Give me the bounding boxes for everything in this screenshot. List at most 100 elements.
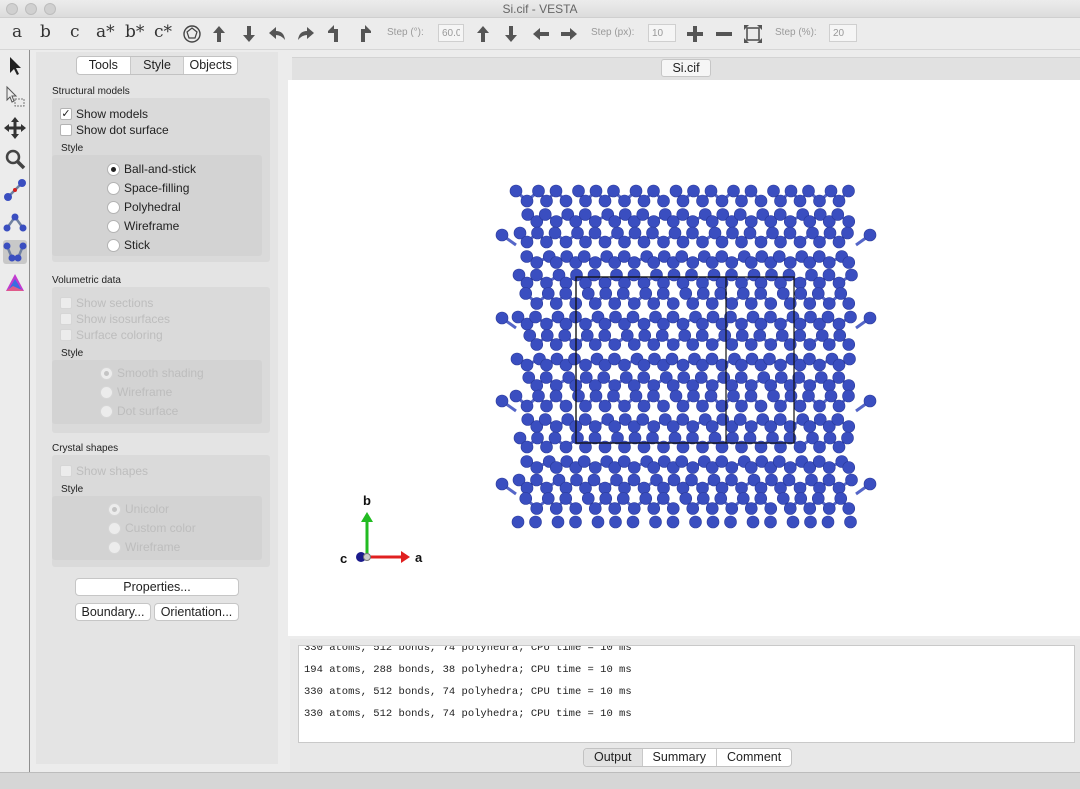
translate-down-icon[interactable]	[500, 23, 522, 45]
si-atom	[627, 461, 641, 474]
ball-and-stick-radio[interactable]: Ball-and-stick	[107, 162, 196, 176]
fit-to-screen-icon[interactable]	[742, 23, 764, 45]
si-atom	[530, 461, 544, 474]
tab-summary[interactable]: Summary	[643, 749, 718, 766]
si-atom	[539, 371, 553, 384]
si-atom	[824, 389, 838, 403]
show-isosurfaces-checkbox[interactable]: Show isosurfaces	[60, 312, 170, 326]
view-along-a-star-button[interactable]: a*	[96, 22, 115, 42]
zoom-out-icon[interactable]	[713, 23, 735, 45]
lattice-plane-icon[interactable]	[3, 271, 27, 295]
tab-comment[interactable]: Comment	[717, 749, 791, 766]
polyhedron-view-icon[interactable]	[181, 23, 203, 45]
show-isosurfaces-label: Show isosurfaces	[76, 312, 171, 326]
show-models-checkbox[interactable]: ✓ Show models	[60, 107, 148, 121]
si-atom	[767, 389, 780, 403]
si-atom	[572, 389, 585, 403]
angle-icon[interactable]	[3, 209, 27, 233]
rotate-cw-icon[interactable]	[353, 23, 375, 45]
si-atom	[776, 492, 790, 505]
rotation-step-label: Step (°):	[387, 27, 424, 38]
si-atom	[572, 184, 585, 198]
output-log[interactable]: 330 atoms, 512 bonds, 74 polyhedra; CPU …	[298, 645, 1075, 743]
zoom-in-icon[interactable]	[684, 23, 706, 45]
si-atom	[618, 399, 631, 413]
checkmark-icon: ✓	[60, 108, 72, 120]
wireframe-radio[interactable]: Wireframe	[107, 219, 179, 233]
si-atom	[813, 194, 826, 208]
si-atom	[509, 389, 523, 403]
custom-color-radio[interactable]: Custom color	[108, 521, 196, 535]
view-along-c-button[interactable]: c	[70, 22, 80, 42]
a-axis-label: a	[415, 550, 423, 565]
si-atom	[802, 184, 815, 198]
translate-right-icon[interactable]	[558, 23, 580, 45]
view-along-a-button[interactable]: a	[12, 22, 22, 42]
view-along-c-star-button[interactable]: c*	[154, 22, 172, 42]
crystal-structure-render[interactable]: a b c	[288, 80, 1080, 636]
polyhedral-radio[interactable]: Polyhedral	[107, 200, 181, 214]
distance-icon[interactable]	[3, 178, 27, 202]
si-atom	[744, 297, 758, 310]
properties-button[interactable]: Properties...	[75, 578, 239, 596]
boundary-button[interactable]: Boundary...	[75, 603, 151, 621]
translate-move-icon[interactable]	[3, 116, 27, 140]
surface-coloring-label: Surface coloring	[76, 328, 163, 342]
translation-step-input[interactable]	[648, 24, 676, 42]
unicolor-radio[interactable]: Unicolor	[108, 502, 169, 516]
tab-output[interactable]: Output	[584, 749, 643, 766]
si-atom	[540, 358, 553, 372]
magnify-icon[interactable]	[3, 147, 27, 171]
tab-style[interactable]: Style	[130, 57, 185, 74]
crystal-wireframe-radio[interactable]: Wireframe	[108, 540, 180, 554]
output-line: 194 atoms, 288 bonds, 38 polyhedra; CPU …	[304, 664, 632, 676]
si-atom	[559, 399, 573, 413]
rotate-up-icon[interactable]	[208, 23, 230, 45]
volumetric-wireframe-radio[interactable]: Wireframe	[100, 385, 172, 399]
rotate-down-icon[interactable]	[238, 23, 260, 45]
si-atom	[715, 481, 729, 495]
smooth-shading-radio[interactable]: Smooth shading	[100, 366, 204, 380]
radio-dot	[108, 540, 121, 554]
dihedral-icon[interactable]	[3, 240, 27, 264]
si-atom	[598, 235, 612, 249]
si-atom	[726, 431, 739, 445]
rotate-left-icon[interactable]	[266, 23, 288, 45]
si-atom	[588, 431, 602, 445]
si-atom	[725, 461, 739, 474]
translate-left-icon[interactable]	[530, 23, 552, 45]
tab-tools[interactable]: Tools	[77, 57, 131, 74]
rotate-right-icon[interactable]	[295, 23, 317, 45]
view-along-b-button[interactable]: b	[40, 22, 51, 42]
si-atom	[686, 215, 700, 228]
view-along-b-star-button[interactable]: b*	[125, 22, 144, 42]
si-atom	[774, 317, 787, 331]
status-bar	[0, 772, 1080, 789]
si-atom	[686, 502, 700, 515]
zoom-step-input[interactable]	[829, 24, 857, 42]
translate-up-icon[interactable]	[472, 23, 494, 45]
structure-view-canvas[interactable]: a b c	[288, 80, 1080, 636]
show-sections-checkbox[interactable]: Show sections	[60, 296, 153, 310]
si-atom	[665, 352, 679, 366]
crystal-style-label: Style	[61, 484, 84, 495]
rotation-step-input[interactable]	[438, 24, 464, 42]
si-atom	[578, 413, 592, 426]
surface-coloring-checkbox[interactable]: Surface coloring	[60, 328, 163, 342]
show-shapes-checkbox[interactable]: Show shapes	[60, 464, 148, 478]
si-atom	[767, 184, 780, 198]
select-arrow-icon[interactable]	[3, 54, 27, 78]
tab-objects[interactable]: Objects	[184, 57, 237, 74]
si-atom	[687, 184, 700, 198]
orientation-button[interactable]: Orientation...	[154, 603, 239, 621]
rotate-ccw-icon[interactable]	[324, 23, 346, 45]
dot-surface-radio[interactable]: Dot surface	[100, 404, 178, 418]
si-atom	[629, 184, 643, 198]
si-atom	[549, 420, 563, 433]
si-atom	[803, 379, 817, 392]
tab-si-cif[interactable]: Si.cif	[661, 59, 711, 77]
stick-radio[interactable]: Stick	[107, 238, 150, 252]
show-dot-surface-checkbox[interactable]: Show dot surface	[60, 123, 169, 137]
space-filling-radio[interactable]: Space-filling	[107, 181, 189, 195]
select-area-icon[interactable]	[3, 85, 27, 109]
